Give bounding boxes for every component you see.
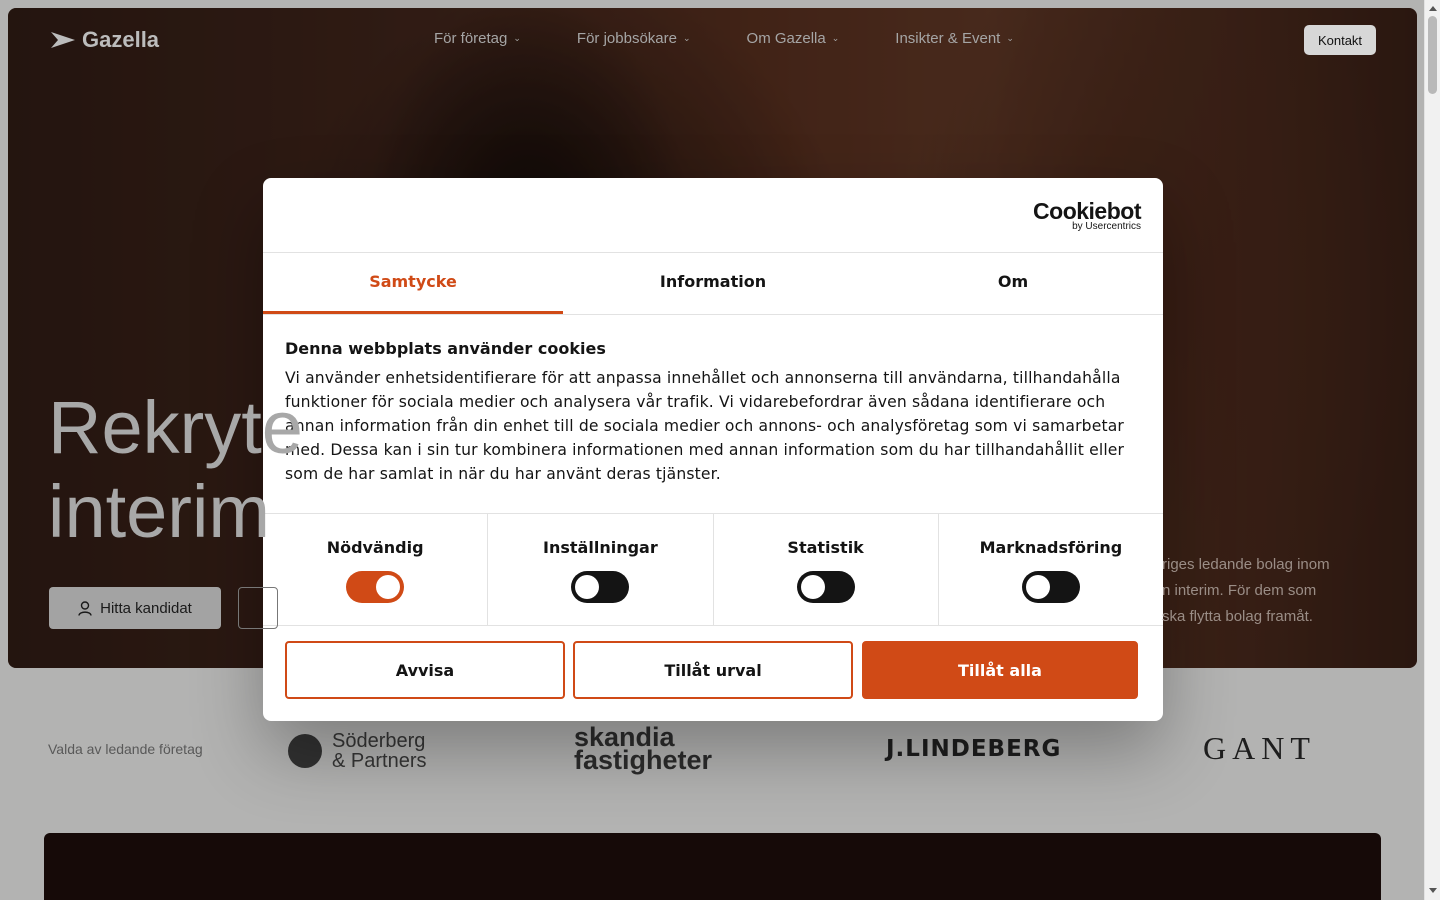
category-label: Inställningar: [543, 538, 658, 557]
dialog-text: Vi använder enhetsidentifierare för att …: [285, 369, 1125, 483]
scroll-down-arrow-icon[interactable]: [1429, 888, 1437, 893]
tab-samtycke[interactable]: Samtycke: [263, 253, 563, 314]
nav-link-label: För jobbsökare: [576, 30, 677, 47]
gazella-logo-icon: [51, 32, 75, 48]
contact-button[interactable]: Kontakt: [1304, 25, 1376, 55]
nav-link-for-foretag[interactable]: För företag ⌄: [434, 30, 521, 47]
category-label: Statistik: [787, 538, 864, 557]
cookie-consent-dialog: Cookiebot by Usercentrics Samtycke Infor…: [263, 178, 1163, 721]
nav-link-label: Om Gazella: [746, 30, 826, 47]
top-navigation: Gazella För företag ⌄ För jobbsökare ⌄ Om …: [8, 8, 1417, 72]
find-candidate-button[interactable]: Hitta kandidat: [49, 587, 221, 629]
nav-link-label: För företag: [434, 30, 508, 47]
hero-title-line2: interim: [48, 470, 271, 553]
nav-link-om-gazella[interactable]: Om Gazella ⌄: [747, 30, 840, 47]
cookiebot-brand: Cookiebot: [1033, 198, 1141, 224]
category-label: Nödvändig: [326, 538, 424, 557]
category-statistik: Statistik: [714, 514, 939, 625]
scroll-thumb[interactable]: [1428, 16, 1437, 94]
dialog-title: Denna webbplats använder cookies: [285, 339, 606, 358]
scroll-up-arrow-icon[interactable]: [1429, 6, 1437, 11]
toggle-knob: [1025, 575, 1050, 599]
allow-selection-button[interactable]: Tillåt urval: [573, 641, 853, 699]
nav-link-label: Insikter & Event: [895, 30, 1001, 47]
hero-title: Rekryte interim: [48, 386, 303, 554]
find-candidate-label: Hitta kandidat: [100, 599, 192, 617]
category-marknadsforing: Marknadsföring: [939, 514, 1163, 625]
user-icon: [78, 600, 92, 616]
category-label: Marknadsföring: [979, 538, 1123, 557]
dialog-header: Cookiebot by Usercentrics: [263, 178, 1163, 253]
page-scrollbar[interactable]: [1424, 0, 1440, 900]
gazella-logo[interactable]: Gazella: [50, 27, 159, 53]
consent-categories: Nödvändig Inställningar Statistik Markna…: [263, 513, 1163, 626]
toggle-knob: [575, 575, 600, 599]
nav-link-for-jobbsokare[interactable]: För jobbsökare ⌄: [577, 30, 691, 47]
dialog-actions: Avvisa Tillåt urval Tillåt alla: [263, 626, 1163, 699]
logo-text: Gazella: [82, 27, 160, 52]
tab-information[interactable]: Information: [563, 253, 863, 314]
toggle-knob: [376, 575, 401, 599]
dialog-body: Denna webbplats använder cookies Vi anvä…: [263, 315, 1163, 513]
category-installningar: Inställningar: [488, 514, 714, 625]
toggle-statistik[interactable]: [796, 571, 855, 603]
tab-om[interactable]: Om: [863, 253, 1163, 314]
nav-link-insikter-event[interactable]: Insikter & Event ⌄: [895, 30, 1014, 47]
toggle-nodvandig[interactable]: [346, 571, 405, 603]
hero-title-line1: Rekryte: [48, 386, 303, 469]
secondary-hero-button[interactable]: [238, 587, 278, 629]
reject-button[interactable]: Avvisa: [285, 641, 565, 699]
dialog-tabs: Samtycke Information Om: [263, 253, 1163, 315]
toggle-knob: [800, 575, 825, 599]
toggle-installningar[interactable]: [571, 571, 630, 603]
cookiebot-logo[interactable]: Cookiebot by Usercentrics: [1033, 200, 1141, 232]
chevron-down-icon: ⌄: [831, 33, 840, 43]
chevron-down-icon: ⌄: [682, 33, 691, 43]
allow-all-button[interactable]: Tillåt alla: [862, 641, 1138, 699]
nav-links: För företag ⌄ För jobbsökare ⌄ Om Gazella ⌄…: [434, 30, 1014, 47]
chevron-down-icon: ⌄: [1006, 33, 1014, 43]
toggle-marknadsforing[interactable]: [1021, 571, 1080, 603]
hero-description: riges ledande bolag inom n interim. För …: [1162, 556, 1330, 625]
chevron-down-icon: ⌄: [513, 33, 521, 43]
